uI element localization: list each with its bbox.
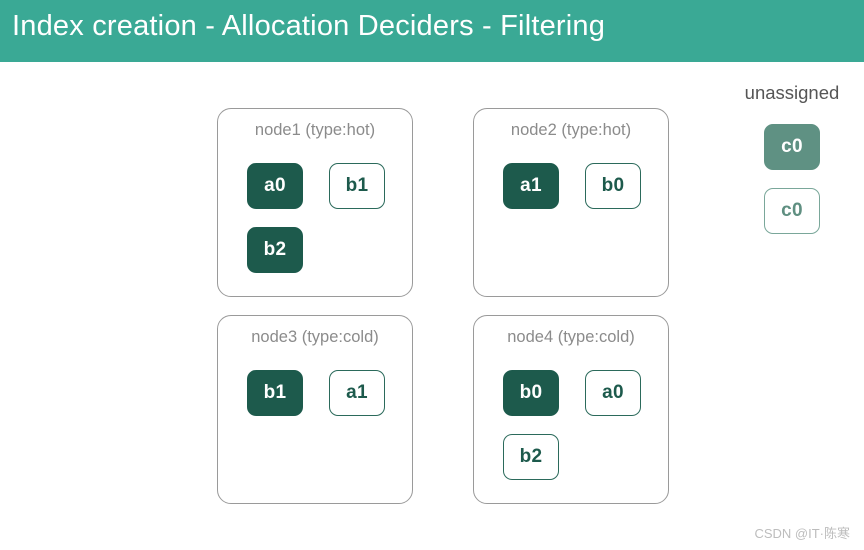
- shard-container-node4: b0 a0 b2: [503, 370, 654, 493]
- shard-chip-b0[interactable]: b0: [503, 370, 559, 416]
- shard-chip-b2[interactable]: b2: [247, 227, 303, 273]
- node-box-node4[interactable]: node4 (type:cold) b0 a0 b2: [473, 315, 669, 504]
- title-bar: Index creation - Allocation Deciders - F…: [0, 0, 864, 62]
- node-box-node3[interactable]: node3 (type:cold) b1 a1: [217, 315, 413, 504]
- unassigned-shard-chip-c0-primary[interactable]: c0: [764, 124, 820, 170]
- shard-row: a1 b0: [503, 163, 654, 209]
- unassigned-section: unassigned c0 c0: [720, 82, 864, 234]
- shard-container-node2: a1 b0: [503, 163, 654, 286]
- shard-chip-a1[interactable]: a1: [329, 370, 385, 416]
- shard-row: b2: [247, 227, 398, 273]
- unassigned-chip-list: c0 c0: [720, 124, 864, 234]
- node-title-node3: node3 (type:cold): [251, 328, 379, 346]
- shard-row: b1 a1: [247, 370, 398, 416]
- shard-row: b2: [503, 434, 654, 480]
- shard-container-node1: a0 b1 b2: [247, 163, 398, 286]
- shard-row: a0 b1: [247, 163, 398, 209]
- shard-chip-b1[interactable]: b1: [329, 163, 385, 209]
- node-box-node1[interactable]: node1 (type:hot) a0 b1 b2: [217, 108, 413, 297]
- watermark: CSDN @IT·陈寒: [754, 526, 850, 541]
- unassigned-label: unassigned: [744, 82, 840, 103]
- shard-chip-a0[interactable]: a0: [585, 370, 641, 416]
- node-title-node2: node2 (type:hot): [510, 121, 632, 139]
- shard-chip-a1[interactable]: a1: [503, 163, 559, 209]
- shard-chip-b0[interactable]: b0: [585, 163, 641, 209]
- node-title-node4: node4 (type:cold): [507, 328, 635, 346]
- node-title-node1: node1 (type:hot): [254, 121, 376, 139]
- shard-row: b0 a0: [503, 370, 654, 416]
- page-title: Index creation - Allocation Deciders - F…: [12, 10, 606, 42]
- shard-container-node3: b1 a1: [247, 370, 398, 493]
- diagram-canvas: node1 (type:hot) a0 b1 b2 node2 (type:ho…: [0, 62, 864, 550]
- shard-chip-a0[interactable]: a0: [247, 163, 303, 209]
- shard-chip-b2[interactable]: b2: [503, 434, 559, 480]
- unassigned-shard-chip-c0-replica[interactable]: c0: [764, 188, 820, 234]
- shard-chip-b1[interactable]: b1: [247, 370, 303, 416]
- node-box-node2[interactable]: node2 (type:hot) a1 b0: [473, 108, 669, 297]
